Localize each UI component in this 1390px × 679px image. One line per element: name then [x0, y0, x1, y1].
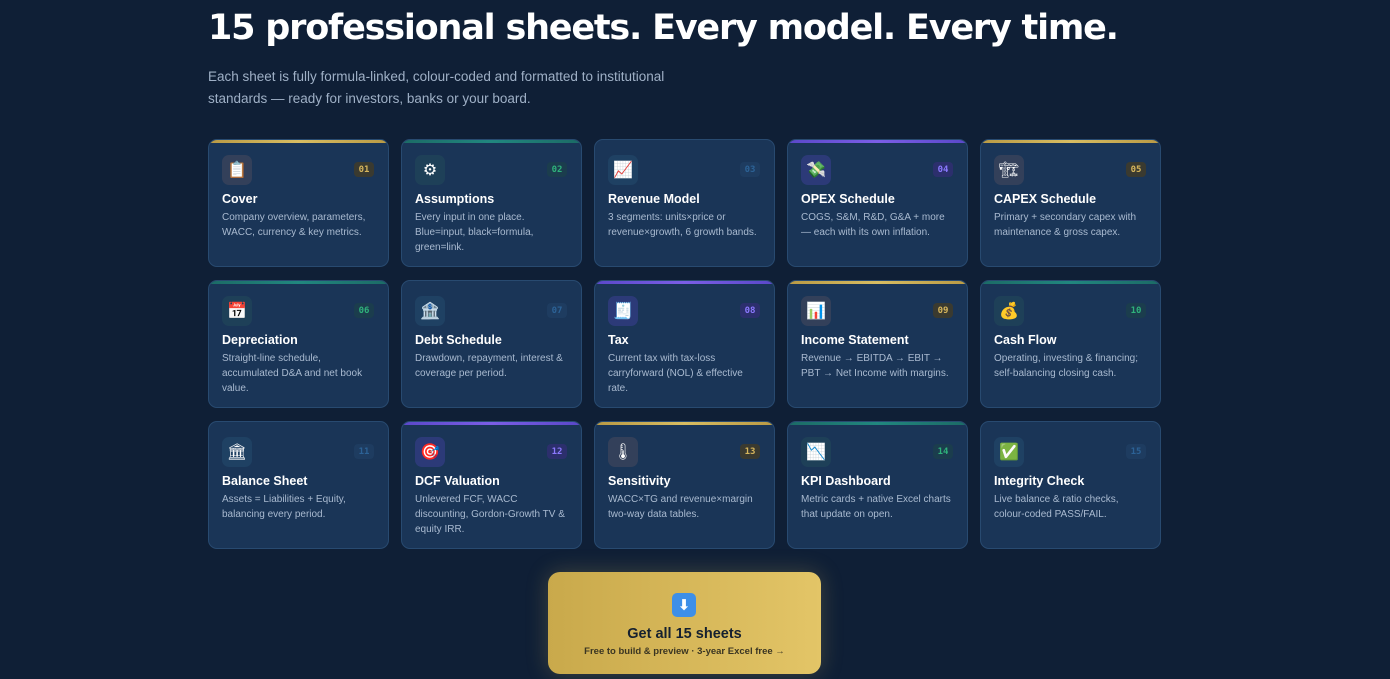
bank-icon: 🏦 [415, 296, 445, 326]
sheet-description: Drawdown, repayment, interest & coverage… [415, 353, 563, 379]
sheet-number-badge: 09 [933, 303, 953, 318]
sheets-grid: 📋 01 Cover Company overview, parameters, WA… [208, 139, 1161, 549]
download-icon: ⬇ [672, 593, 696, 617]
card-accent-bar [981, 281, 1160, 284]
card-accent-bar [981, 140, 1160, 143]
money-bag-icon: 💰 [994, 296, 1024, 326]
sheet-number-badge: 12 [547, 444, 567, 459]
card-accent-bar [402, 281, 581, 284]
bar-chart-icon: 📊 [801, 296, 831, 326]
sheet-title: CAPEX Schedule [994, 192, 1097, 206]
sheet-title: Revenue Model [608, 192, 700, 206]
get-all-sheets-button[interactable]: ⬇ Get all 15 sheets Free to build & prev… [548, 572, 821, 674]
card-accent-bar [595, 422, 774, 425]
sheet-title: Balance Sheet [222, 474, 308, 488]
sheet-title: Sensitivity [608, 474, 671, 488]
sheet-title: Cover [222, 192, 258, 206]
cta-subtitle: Free to build & preview · 3-year Excel f… [584, 646, 785, 657]
sheet-card[interactable]: 📉 14 KPI Dashboard Metric cards + native Ex… [787, 421, 968, 549]
target-icon: 🎯 [415, 437, 445, 467]
sheet-card[interactable]: 💸 04 OPEX Schedule COGS, S&M, R&D, G&A + mo… [787, 139, 968, 267]
sheet-number-badge: 01 [354, 162, 374, 177]
thermometer-icon: 🌡 [608, 437, 638, 467]
check-mark-icon: ✅ [994, 437, 1024, 467]
sheet-description: Revenue → EBITDA → EBIT → PBT → Net Inco… [801, 353, 949, 379]
card-accent-bar [788, 140, 967, 143]
sheet-card[interactable]: ✅ 15 Integrity Check Live balance & ratio c… [980, 421, 1161, 549]
sheet-number-badge: 10 [1126, 303, 1146, 318]
sheet-description: Company overview, parameters, WACC, curr… [222, 212, 366, 238]
sheet-card[interactable]: 📋 01 Cover Company overview, parameters, WA… [208, 139, 389, 267]
sheet-title: Integrity Check [994, 474, 1085, 488]
card-accent-bar [209, 140, 388, 143]
sheet-card[interactable]: 📊 09 Income Statement Revenue → EBITDA → EB… [787, 280, 968, 408]
sheet-number-badge: 05 [1126, 162, 1146, 177]
sheet-description: Operating, investing & financing; self-b… [994, 353, 1138, 379]
sheet-title: OPEX Schedule [801, 192, 895, 206]
sheet-number-badge: 15 [1126, 444, 1146, 459]
sheet-number-badge: 06 [354, 303, 374, 318]
sheet-description: Straight-line schedule, accumulated D&A … [222, 353, 363, 394]
card-accent-bar [595, 140, 774, 143]
gear-icon: ⚙ [415, 155, 445, 185]
card-accent-bar [402, 140, 581, 143]
sheet-card[interactable]: 🏗 05 CAPEX Schedule Primary + secondary cap… [980, 139, 1161, 267]
sheet-card[interactable]: 📈 03 Revenue Model 3 segments: units×price … [594, 139, 775, 267]
cta-title: Get all 15 sheets [627, 626, 742, 642]
sheet-description: Primary + secondary capex with maintenan… [994, 212, 1137, 238]
sheet-title: KPI Dashboard [801, 474, 891, 488]
card-accent-bar [788, 281, 967, 284]
chart-increasing-icon: 📈 [608, 155, 638, 185]
sheet-card[interactable]: 🌡 13 Sensitivity WACC×TG and revenue×margin… [594, 421, 775, 549]
sheet-card[interactable]: 🏦 07 Debt Schedule Drawdown, repayment, int… [401, 280, 582, 408]
clipboard-icon: 📋 [222, 155, 252, 185]
card-accent-bar [402, 422, 581, 425]
sheet-number-badge: 03 [740, 162, 760, 177]
page-headline: 15 professional sheets. Every model. Eve… [208, 8, 1119, 48]
money-with-wings-icon: 💸 [801, 155, 831, 185]
receipt-icon: 🧾 [608, 296, 638, 326]
chart-decreasing-icon: 📉 [801, 437, 831, 467]
card-accent-bar [788, 422, 967, 425]
sheet-description: Unlevered FCF, WACC discounting, Gordon-… [415, 494, 565, 535]
sheet-title: Assumptions [415, 192, 495, 206]
sheet-card[interactable]: 🏛 11 Balance Sheet Assets = Liabilities + E… [208, 421, 389, 549]
page-subtitle: Each sheet is fully formula-linked, colo… [208, 69, 665, 106]
sheet-number-badge: 13 [740, 444, 760, 459]
sheet-description: Assets = Liabilities + Equity, balancing… [222, 494, 346, 520]
sheet-description: Metric cards + native Excel charts that … [801, 494, 951, 520]
sheet-number-badge: 02 [547, 162, 567, 177]
sheet-title: Cash Flow [994, 333, 1057, 347]
sheet-description: 3 segments: units×price or revenue×growt… [608, 212, 757, 238]
sheet-title: Depreciation [222, 333, 298, 347]
sheet-description: Every input in one place. Blue=input, bl… [415, 212, 534, 253]
sheet-title: Debt Schedule [415, 333, 502, 347]
construction-crane-icon: 🏗 [994, 155, 1024, 185]
sheet-number-badge: 04 [933, 162, 953, 177]
sheet-number-badge: 11 [354, 444, 374, 459]
classical-building-icon: 🏛 [222, 437, 252, 467]
sheet-card[interactable]: 📅 06 Depreciation Straight-line schedule, a… [208, 280, 389, 408]
calendar-icon: 📅 [222, 296, 252, 326]
sheet-description: COGS, S&M, R&D, G&A + more — each with i… [801, 212, 945, 238]
sheet-card[interactable]: 🧾 08 Tax Current tax with tax-loss carryfor… [594, 280, 775, 408]
sheet-number-badge: 07 [547, 303, 567, 318]
card-accent-bar [981, 422, 1160, 425]
card-accent-bar [595, 281, 774, 284]
sheet-description: WACC×TG and revenue×margin two-way data … [608, 494, 753, 520]
sheet-title: DCF Valuation [415, 474, 500, 488]
card-accent-bar [209, 422, 388, 425]
sheet-description: Current tax with tax-loss carryforward (… [608, 353, 743, 394]
sheet-title: Income Statement [801, 333, 909, 347]
sheet-card[interactable]: 🎯 12 DCF Valuation Unlevered FCF, WACC disc… [401, 421, 582, 549]
sheet-description: Live balance & ratio checks, colour-code… [994, 494, 1119, 520]
sheet-card[interactable]: 💰 10 Cash Flow Operating, investing & finan… [980, 280, 1161, 408]
sheet-number-badge: 08 [740, 303, 760, 318]
sheet-card[interactable]: ⚙ 02 Assumptions Every input in one place. … [401, 139, 582, 267]
card-accent-bar [209, 281, 388, 284]
sheet-title: Tax [608, 333, 629, 347]
sheet-number-badge: 14 [933, 444, 953, 459]
